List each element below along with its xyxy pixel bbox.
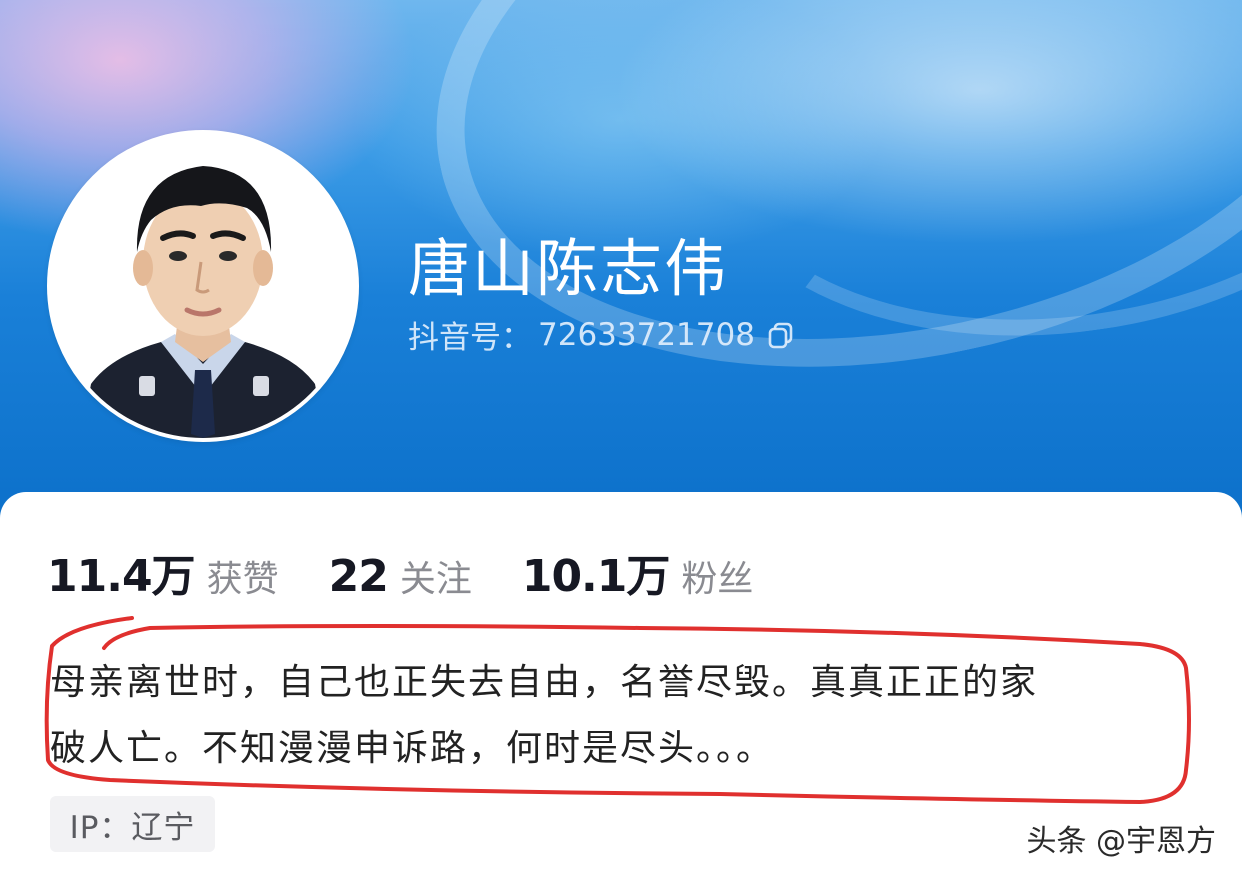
- bio-line: 破人亡。不知漫漫申诉路，何时是尽头。。。: [50, 728, 775, 769]
- toutiao-watermark: 头条 @宇恩方: [1026, 824, 1216, 859]
- stat-following-label: 关注: [399, 559, 472, 600]
- stat-likes[interactable]: 11.4万 获赞: [47, 540, 279, 604]
- profile-display-name: 唐山陈志伟: [408, 232, 729, 305]
- profile-stats: 11.4万 获赞 22 关注 10.1万 粉丝: [47, 540, 803, 604]
- ip-location-badge: IP：辽宁: [50, 796, 215, 852]
- stat-followers-value: 10.1万: [521, 551, 671, 602]
- douyin-id-label: 抖音号：: [408, 320, 532, 356]
- douyin-id-row: 抖音号： 72633721708: [408, 312, 795, 357]
- copy-icon[interactable]: [767, 321, 795, 349]
- stat-likes-label: 获赞: [206, 559, 279, 600]
- avatar-photo-icon: [51, 134, 355, 438]
- stat-following-value: 22: [328, 551, 389, 602]
- stat-likes-value: 11.4万: [47, 551, 196, 602]
- douyin-id-value: 72633721708: [538, 316, 755, 353]
- profile-bio: 母亲离世时，自己也正失去自由，名誉尽毁。真真正正的家 破人亡。不知漫漫申诉路，何…: [50, 650, 1180, 782]
- stat-followers[interactable]: 10.1万 粉丝: [522, 540, 754, 604]
- profile-avatar[interactable]: [47, 130, 359, 442]
- stat-following[interactable]: 22 关注: [329, 550, 472, 602]
- stat-followers-label: 粉丝: [681, 559, 754, 600]
- bio-line: 母亲离世时，自己也正失去自由，名誉尽毁。真真正正的家: [50, 662, 1039, 703]
